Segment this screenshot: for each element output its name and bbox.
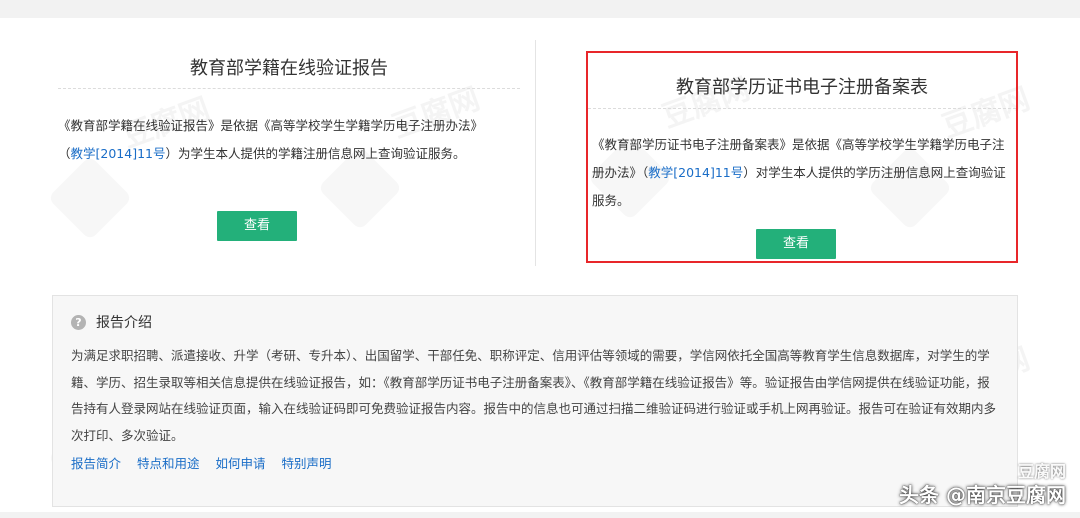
card-description: 《教育部学籍在线验证报告》是依据《高等学校学生学籍学历电子注册办法》（教学[20… (58, 118, 477, 161)
card-divider (535, 40, 536, 266)
link-report-summary[interactable]: 报告简介 (71, 453, 121, 472)
dashed-divider (588, 108, 1016, 109)
link-how-to-apply[interactable]: 如何申请 (216, 453, 266, 472)
view-diploma-button[interactable]: 查看 (756, 229, 836, 259)
card-description: 《教育部学历证书电子注册备案表》是依据《高等学校学生学籍学历电子注册办法》（教学… (592, 137, 1006, 208)
intro-header: ? 报告介绍 (71, 312, 152, 332)
dashed-divider (58, 88, 520, 89)
card-title: 教育部学籍在线验证报告 (190, 58, 388, 79)
question-icon: ? (71, 314, 86, 330)
intro-links: 报告简介 特点和用途 如何申请 特别声明 (71, 453, 332, 472)
link-features[interactable]: 特点和用途 (137, 453, 200, 472)
card-title: 教育部学历证书电子注册备案表 (676, 77, 928, 98)
regulation-link[interactable]: 教学[2014]11号 (71, 146, 166, 161)
link-special-statement[interactable]: 特别声明 (282, 453, 332, 472)
footer-watermark: 头条 @南京豆腐网 (899, 483, 1066, 507)
view-student-status-button[interactable]: 查看 (217, 211, 297, 241)
diploma-registration-card: 教育部学历证书电子注册备案表 《教育部学历证书电子注册备案表》是依据《高等学校学… (586, 51, 1018, 263)
student-status-report-card: 教育部学籍在线验证报告 《教育部学籍在线验证报告》是依据《高等学校学生学籍学历电… (44, 18, 534, 266)
intro-text: 为满足求职招聘、派遣接收、升学（考研、专升本）、出国留学、干部任免、职称评定、信… (71, 348, 997, 443)
regulation-link[interactable]: 教学[2014]11号 (648, 165, 743, 180)
intro-title: 报告介绍 (96, 315, 152, 331)
report-intro-panel: ? 报告介绍 为满足求职招聘、派遣接收、升学（考研、专升本）、出国留学、干部任免… (52, 295, 1018, 507)
page-canvas: 豆腐网 豆腐网 豆腐网 豆腐网 豆腐网 豆腐网 豆腐网 豆腐网 教育部学籍在线验… (0, 18, 1080, 512)
